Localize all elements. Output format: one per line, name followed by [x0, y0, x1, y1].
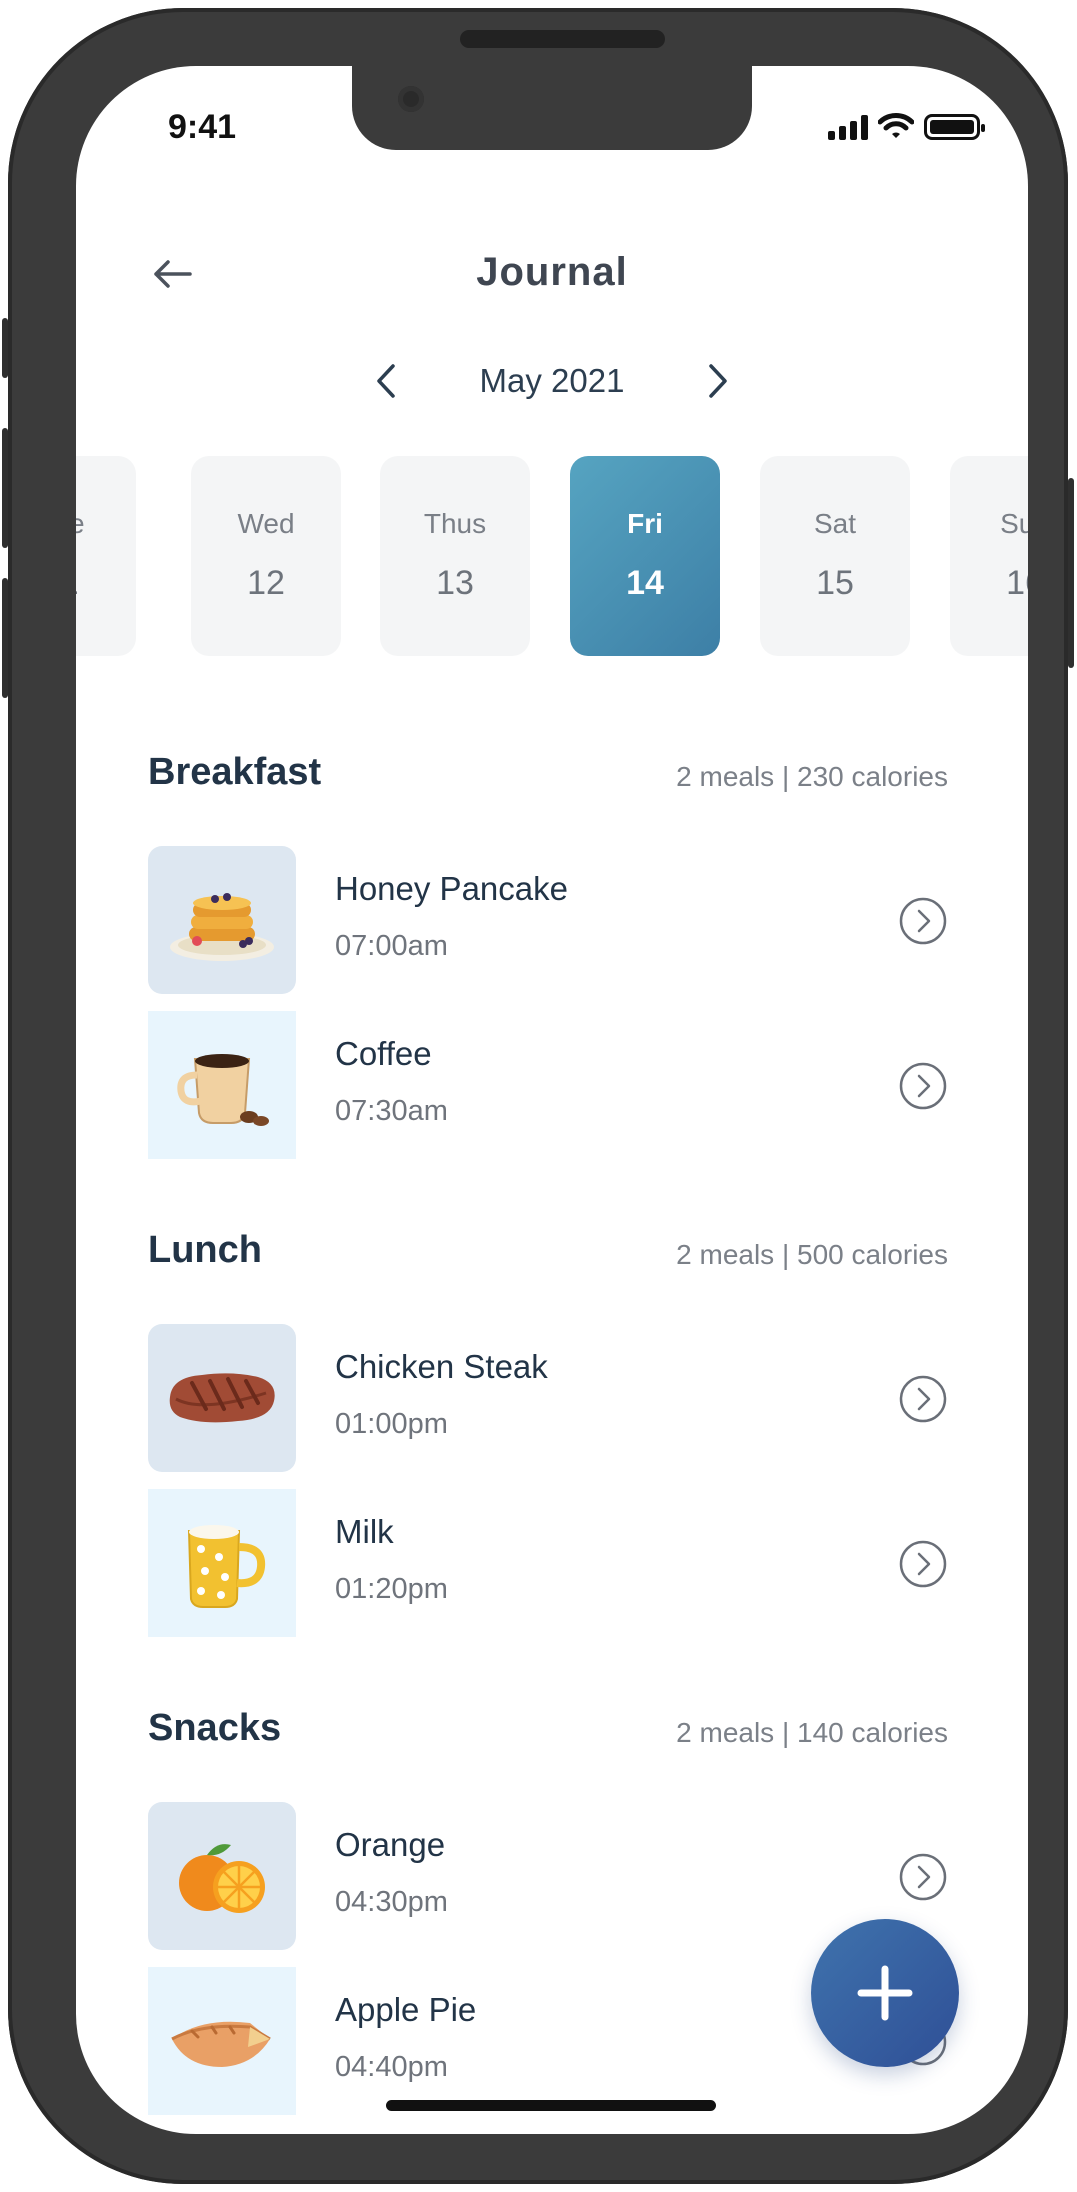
chevron-right-circle-icon[interactable]	[898, 1852, 948, 1902]
meal-thumbnail	[148, 1011, 296, 1159]
meal-item-coffee[interactable]: Coffee 07:30am	[148, 1011, 948, 1159]
meal-name: Coffee	[335, 1035, 432, 1072]
chevron-right-circle-icon[interactable]	[898, 1374, 948, 1424]
day-number: 15	[816, 564, 854, 602]
section-header-lunch: Lunch 2 meals | 500 calories	[148, 1221, 948, 1281]
plus-icon	[857, 1965, 913, 2021]
day-number: 13	[436, 564, 474, 602]
meal-time: 04:30pm	[335, 1886, 448, 1918]
day-number: 11	[76, 564, 136, 603]
day-card-wed[interactable]: Wed 12	[191, 456, 341, 656]
day-number: 14	[626, 564, 664, 602]
day-card-thu[interactable]: Thus 13	[380, 456, 530, 656]
meal-time: 01:00pm	[335, 1408, 448, 1440]
meal-time: 01:20pm	[335, 1573, 448, 1605]
meal-item-chicken-steak[interactable]: Chicken Steak 01:00pm	[148, 1324, 948, 1472]
section-summary: 2 meals | 230 calories	[676, 761, 948, 792]
meal-name: Honey Pancake	[335, 870, 568, 907]
section-title: Breakfast	[148, 751, 322, 793]
day-number: 12	[247, 564, 285, 602]
meal-thumbnail	[148, 1967, 296, 2115]
day-name: Sat	[813, 508, 857, 539]
day-name: Wed	[237, 508, 295, 539]
meal-item-orange[interactable]: Orange 04:30pm	[148, 1802, 948, 1950]
section-title: Snacks	[148, 1707, 282, 1749]
section-summary: 2 meals | 500 calories	[676, 1239, 948, 1270]
apple-pie-icon	[171, 2021, 271, 2067]
day-card-fri-selected[interactable]: Fri 14	[570, 456, 720, 656]
phone-frame: 9:41 Journal May 2021 e Wed 12 Thus 13 F…	[2, 8, 1074, 2184]
volume-up-button	[2, 428, 8, 548]
front-camera	[398, 86, 424, 112]
section-header-snacks: Snacks 2 meals | 140 calories	[148, 1699, 948, 1759]
status-time: 9:41	[168, 108, 237, 146]
meal-name: Orange	[335, 1826, 446, 1863]
meal-name: Milk	[335, 1513, 394, 1550]
month-selector: May 2021	[76, 348, 1028, 418]
volume-down-button	[2, 578, 8, 698]
meal-time: 07:00am	[335, 930, 448, 962]
mute-switch	[2, 318, 8, 378]
day-strip[interactable]: Tue 11 Wed 12 Thus 13 Fri 14 Sat 15 Sun …	[76, 456, 1028, 656]
meal-item-honey-pancake[interactable]: Honey Pancake 07:00am	[148, 846, 948, 994]
milk-icon	[187, 1525, 266, 1608]
add-meal-button[interactable]	[811, 1919, 959, 2067]
section-header-breakfast: Breakfast 2 meals | 230 calories	[148, 743, 948, 803]
meal-thumbnail	[148, 1324, 296, 1472]
top-bar: Journal	[76, 236, 1028, 316]
pancake-icon	[170, 893, 274, 961]
home-indicator[interactable]	[386, 2100, 716, 2111]
day-card-sat[interactable]: Sat 15	[760, 456, 910, 656]
meal-thumbnail	[148, 1489, 296, 1637]
battery-icon	[924, 114, 985, 140]
section-title: Lunch	[148, 1229, 262, 1271]
page-title: Journal	[476, 250, 628, 294]
cellular-signal-icon	[828, 114, 868, 140]
status-icons	[828, 112, 985, 140]
meal-thumbnail	[148, 846, 296, 994]
coffee-icon	[177, 1054, 269, 1126]
meal-item-milk[interactable]: Milk 01:20pm	[148, 1489, 948, 1637]
notch	[352, 66, 752, 150]
power-button	[1068, 478, 1074, 668]
day-name: Thus	[423, 508, 487, 539]
day-number: 16	[1006, 564, 1028, 602]
chevron-right-icon	[709, 364, 727, 398]
meal-time: 04:40pm	[335, 2051, 448, 2083]
month-label: May 2021	[479, 362, 625, 399]
day-card-sun[interactable]: Sun 16	[950, 456, 1028, 656]
chevron-right-circle-icon[interactable]	[898, 896, 948, 946]
section-summary: 2 meals | 140 calories	[676, 1717, 948, 1748]
day-card-tue[interactable]: Tue 11	[76, 456, 136, 656]
day-name: Tue	[76, 508, 85, 539]
steak-icon	[169, 1373, 275, 1423]
chevron-right-circle-icon[interactable]	[898, 1539, 948, 1589]
meal-time: 07:30am	[335, 1095, 448, 1127]
meal-thumbnail	[148, 1802, 296, 1950]
chevron-right-circle-icon[interactable]	[898, 1061, 948, 1111]
next-month-button[interactable]	[693, 356, 743, 406]
meal-name: Chicken Steak	[335, 1348, 548, 1385]
day-name: Fri	[627, 508, 663, 539]
app-screen: 9:41 Journal May 2021 e Wed 12 Thus 13 F…	[76, 66, 1028, 2134]
wifi-icon	[878, 113, 914, 138]
day-name: Sun	[1000, 508, 1028, 539]
orange-icon	[179, 1844, 265, 1913]
meal-name: Apple Pie	[335, 1991, 477, 2028]
earpiece-speaker	[460, 30, 665, 48]
